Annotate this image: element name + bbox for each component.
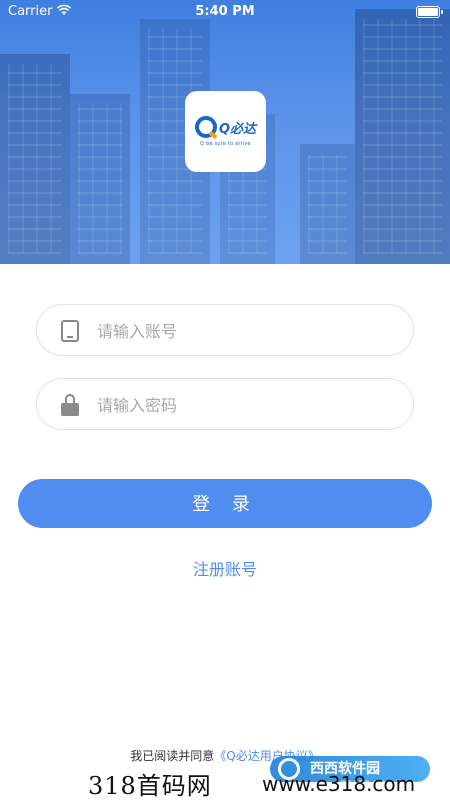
clock: 5:40 PM [195, 4, 255, 19]
building-graphic [355, 9, 450, 264]
register-link[interactable]: 注册账号 [0, 556, 450, 580]
battery-icon [416, 6, 443, 18]
q-logo-icon [194, 116, 217, 138]
building-graphic [70, 94, 130, 264]
lock-icon [61, 394, 79, 416]
building-graphic [0, 54, 70, 264]
logo-brand-text: Q必达 [218, 121, 257, 137]
agreement-prefix: 我已阅读并同意 [130, 749, 215, 763]
watermark-left-text: 318首码网 [88, 772, 212, 800]
account-input[interactable] [95, 317, 399, 345]
watermark-url: www.e318.com [262, 772, 416, 796]
password-input[interactable] [95, 391, 399, 419]
app-logo: Q必达 Q be sure to arrive [185, 91, 266, 172]
password-field[interactable] [36, 378, 414, 430]
status-bar: Carrier 5:40 PM [0, 0, 450, 24]
building-graphic [300, 144, 355, 264]
logo-tagline: Q be sure to arrive [200, 141, 251, 147]
account-field[interactable] [36, 304, 414, 356]
logo-mark: Q必达 [194, 116, 257, 138]
login-button[interactable]: 登 录 [18, 479, 432, 528]
phone-icon [61, 320, 79, 342]
